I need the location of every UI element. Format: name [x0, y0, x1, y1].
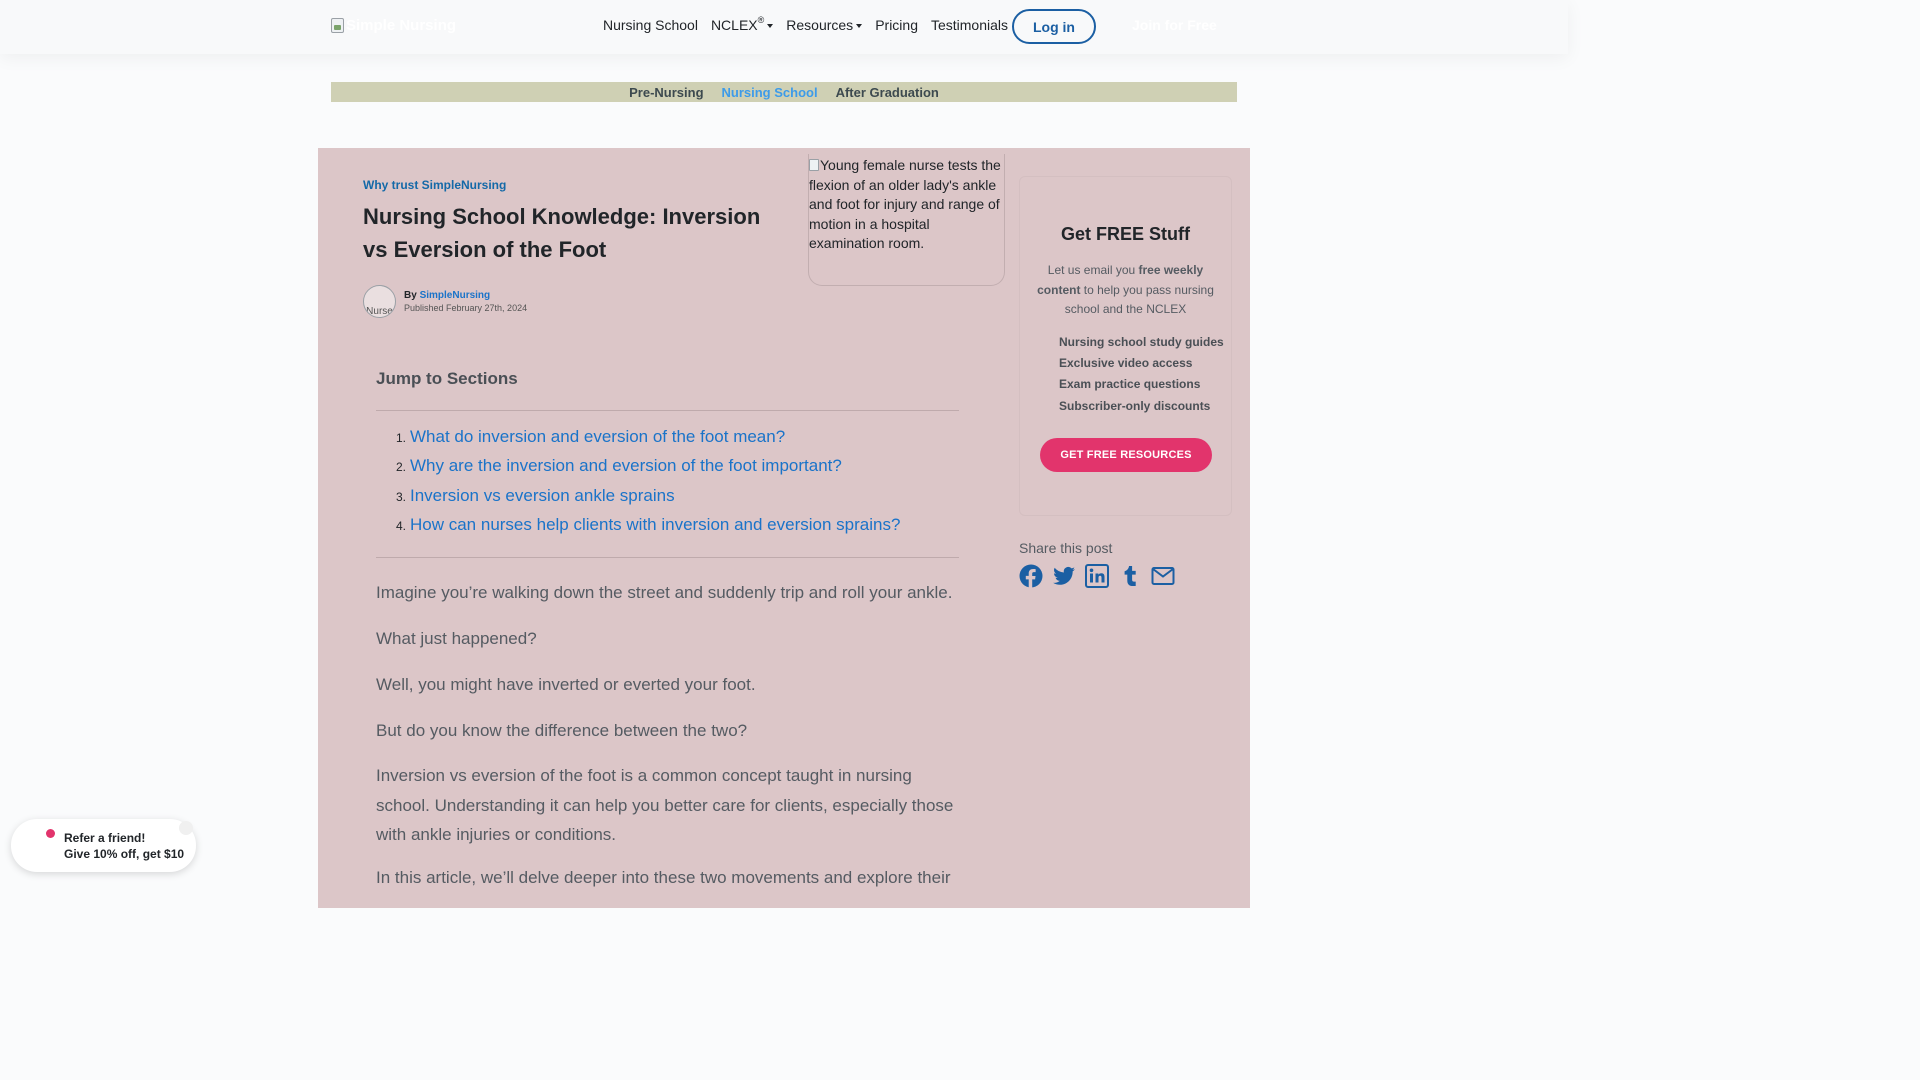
logo-alt-text: Simple Nursing — [346, 17, 457, 34]
nav-nclex[interactable]: NCLEX ® — [711, 15, 774, 33]
author-block: Nurse By SimpleNursing Published Februar… — [363, 285, 527, 318]
toc-title: Jump to Sections — [376, 369, 518, 388]
toc-link[interactable]: What do inversion and eversion of the fo… — [410, 427, 785, 447]
body-paragraph: Well, you might have inverted or everted… — [376, 675, 756, 694]
toc-link[interactable]: Inversion vs eversion ankle sprains — [410, 486, 675, 506]
benefit-item: Exam practice questions — [1059, 377, 1201, 392]
referral-title: Refer a friend! — [64, 831, 146, 845]
login-button[interactable]: Log in — [1012, 9, 1096, 44]
get-free-resources-button[interactable]: GET FREE RESOURCES — [1040, 438, 1212, 472]
nav-pricing[interactable]: Pricing — [875, 17, 918, 33]
toc-list: 1. What do inversion and eversion of the … — [396, 427, 900, 545]
toc-link[interactable]: How can nurses help clients with inversi… — [410, 515, 900, 535]
linkedin-icon[interactable] — [1085, 564, 1109, 588]
join-for-free-button[interactable]: Join for Free — [1132, 17, 1217, 33]
body-paragraph: Inversion vs eversion of the foot is a c… — [376, 766, 954, 844]
notification-dot-icon — [46, 829, 55, 838]
broken-image-icon — [331, 18, 344, 33]
category-after-graduation[interactable]: After Graduation — [836, 85, 939, 100]
author-avatar: Nurse — [363, 285, 396, 318]
nav-resources[interactable]: Resources — [786, 17, 863, 33]
toc-link[interactable]: Why are the inversion and eversion of th… — [410, 456, 842, 476]
registered-mark: ® — [757, 15, 765, 25]
body-paragraph: In this article, we’ll delve deeper into… — [376, 868, 951, 887]
free-resources-description: Let us email you free weekly content to … — [1037, 263, 1214, 316]
chevron-down-icon — [856, 24, 863, 28]
published-date: Published February 27th, 2024 — [404, 302, 528, 313]
nav-testimonials[interactable]: Testimonials — [931, 17, 1008, 33]
author-meta: By SimpleNursing Published February 27th… — [404, 290, 527, 314]
chevron-down-icon — [767, 24, 774, 28]
category-bar: Pre-Nursing Nursing School After Graduat… — [331, 82, 1237, 102]
article-title: Nursing School Knowledge: Inversion vs E… — [363, 204, 761, 262]
top-navbar: Simple Nursing Nursing School NCLEX ® Res… — [0, 0, 1568, 54]
category-nursing-school[interactable]: Nursing School — [722, 85, 818, 100]
toc-divider — [376, 557, 959, 558]
toc-divider — [376, 410, 959, 411]
main-nav: Nursing School NCLEX ® Resources Pricing … — [603, 15, 1021, 33]
close-icon[interactable] — [179, 821, 193, 835]
tumblr-icon[interactable] — [1118, 564, 1142, 588]
byline: By SimpleNursing — [404, 289, 491, 301]
referral-widget[interactable]: Refer a friend! Give 10% off, get $10 — [11, 819, 196, 872]
referral-offer: Give 10% off, get $10 — [64, 847, 185, 861]
toc-item: 3. Inversion vs eversion ankle sprains — [396, 485, 675, 506]
site-logo[interactable]: Simple Nursing — [331, 17, 456, 34]
facebook-icon[interactable] — [1019, 564, 1043, 588]
toc-item: 2. Why are the inversion and eversion of … — [396, 456, 842, 476]
share-label: Share this post — [1019, 540, 1113, 556]
benefits-list: Nursing school study guides Exclusive vi… — [1059, 335, 1224, 420]
body-paragraph: Imagine you’re walking down the street a… — [376, 583, 953, 602]
broken-image-icon — [809, 159, 819, 171]
benefit-item: Subscriber-only discounts — [1059, 398, 1211, 413]
body-paragraph: But do you know the difference between t… — [376, 721, 748, 740]
share-icons — [1019, 564, 1184, 588]
benefit-item: Nursing school study guides — [1059, 335, 1224, 349]
free-resources-card: Get FREE Stuff Let us email you free wee… — [1019, 176, 1232, 516]
toc-item: 4. How can nurses help clients with inver… — [396, 515, 901, 535]
toc-item: 1. What do inversion and eversion of the … — [396, 427, 786, 447]
why-trust-link[interactable]: Why trust SimpleNursing — [363, 178, 506, 192]
author-link[interactable]: SimpleNursing — [420, 290, 491, 301]
email-icon[interactable] — [1151, 564, 1175, 588]
nav-nursing-school[interactable]: Nursing School — [603, 17, 698, 33]
benefit-item: Exclusive video access — [1059, 356, 1193, 371]
hero-image-alt: Young female nurse tests the flexion of … — [809, 157, 1001, 251]
body-paragraph: What just happened? — [376, 629, 537, 648]
category-pre-nursing[interactable]: Pre-Nursing — [629, 85, 703, 100]
hero-image: Young female nurse tests the flexion of … — [808, 154, 1005, 286]
twitter-icon[interactable] — [1052, 564, 1076, 588]
free-resources-title: Get FREE Stuff — [1061, 224, 1190, 244]
